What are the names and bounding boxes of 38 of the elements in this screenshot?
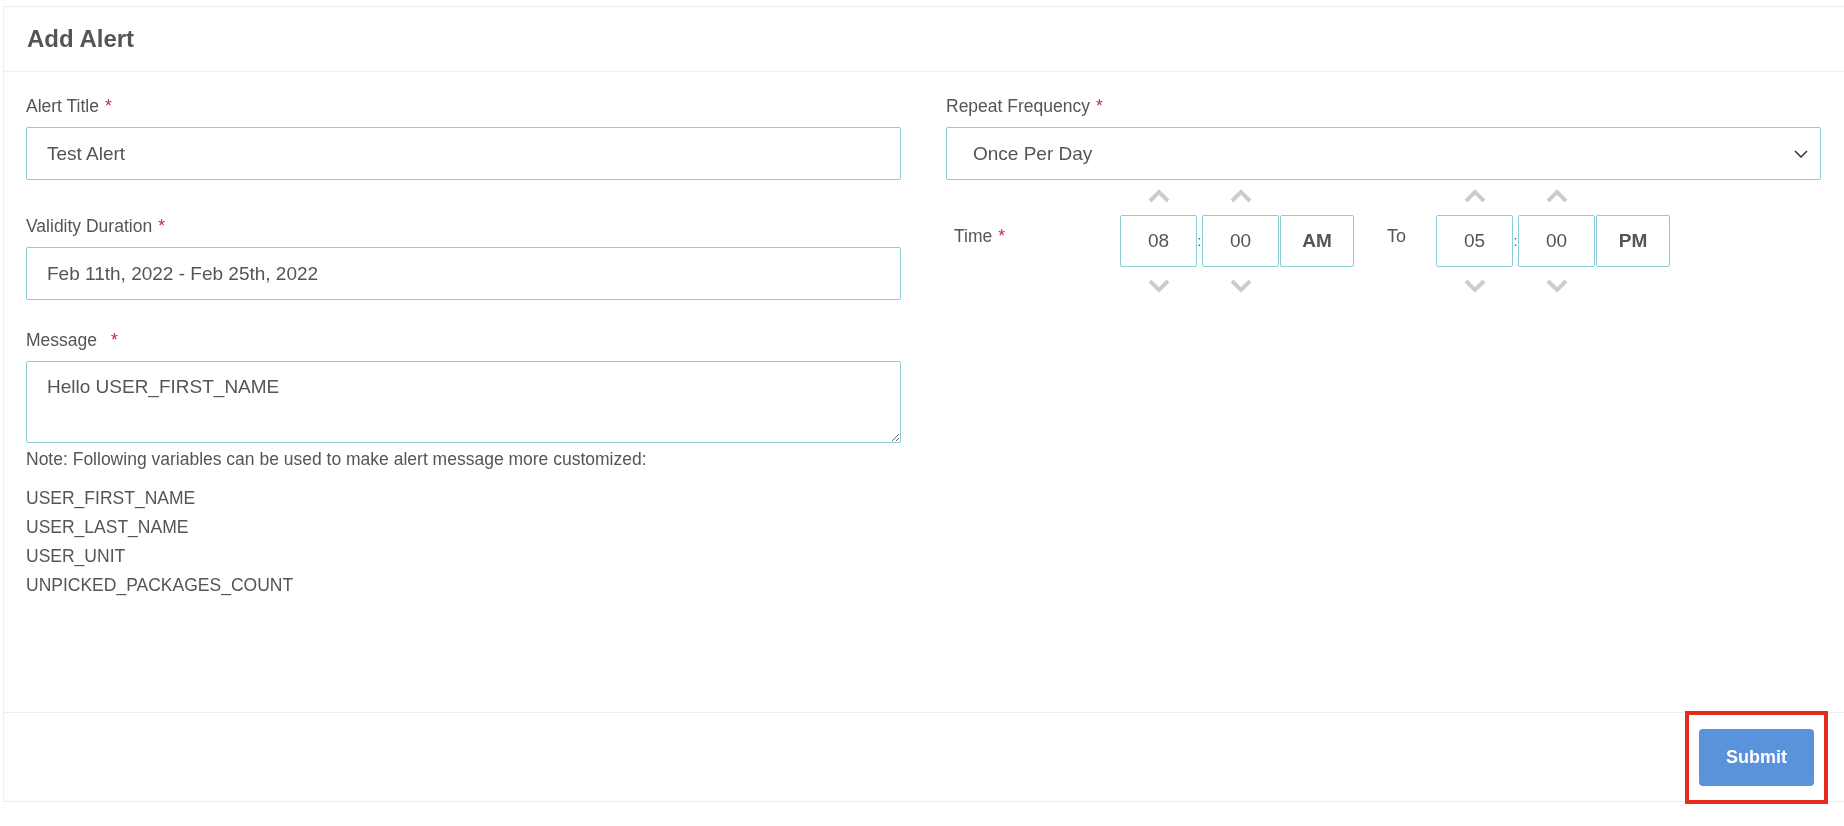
chevron-up-icon[interactable] [1462, 189, 1487, 203]
field-label: Message [26, 330, 97, 351]
input-field[interactable]: Test Alert [26, 127, 901, 180]
message-field[interactable]: Hello USER_FIRST_NAME [26, 361, 901, 443]
chevron-down-icon[interactable] [1228, 279, 1253, 293]
period-toggle[interactable]: AM [1280, 215, 1354, 267]
hour-field[interactable]: 05 [1436, 215, 1513, 267]
chevron-down-icon[interactable] [1146, 279, 1171, 293]
colon: : [1197, 233, 1202, 249]
date-range-field[interactable]: Feb 11th, 2022 - Feb 25th, 2022 [26, 247, 901, 300]
chevron-down-icon[interactable] [1462, 279, 1487, 293]
period-toggle[interactable]: PM [1596, 215, 1670, 267]
variable-name: UNPICKED_PACKAGES_COUNT [26, 574, 295, 598]
chevron-down-icon [1794, 149, 1808, 158]
to-label: To [1387, 225, 1406, 247]
variable-name: USER_FIRST_NAME [26, 487, 197, 511]
required-mark: * [104, 96, 112, 117]
minute-field[interactable]: 00 [1202, 215, 1279, 267]
required-mark: * [1096, 96, 1103, 117]
colon: : [1513, 233, 1518, 249]
variable-name: USER_UNIT [26, 545, 127, 569]
field-label: Repeat Frequency [946, 96, 1090, 117]
card-title: Add Alert [27, 25, 135, 53]
required-mark: * [998, 226, 1006, 248]
minute-field[interactable]: 00 [1518, 215, 1595, 267]
hour-field[interactable]: 08 [1120, 215, 1197, 267]
chevron-down-icon[interactable] [1544, 279, 1569, 293]
dropdown[interactable]: Once Per Day [946, 127, 1821, 180]
field-label: Validity Duration [26, 216, 153, 237]
chevron-up-icon[interactable] [1544, 189, 1569, 203]
field-label: Time [954, 226, 993, 248]
required-mark: * [158, 216, 165, 237]
chevron-up-icon[interactable] [1146, 189, 1171, 203]
field-label: Alert Title [26, 96, 99, 117]
note-text: Note: Following variables can be used to make alert message more customized: [26, 449, 648, 470]
variable-name: USER_LAST_NAME [26, 516, 190, 540]
chevron-up-icon[interactable] [1228, 189, 1253, 203]
required-mark: * [111, 330, 118, 351]
